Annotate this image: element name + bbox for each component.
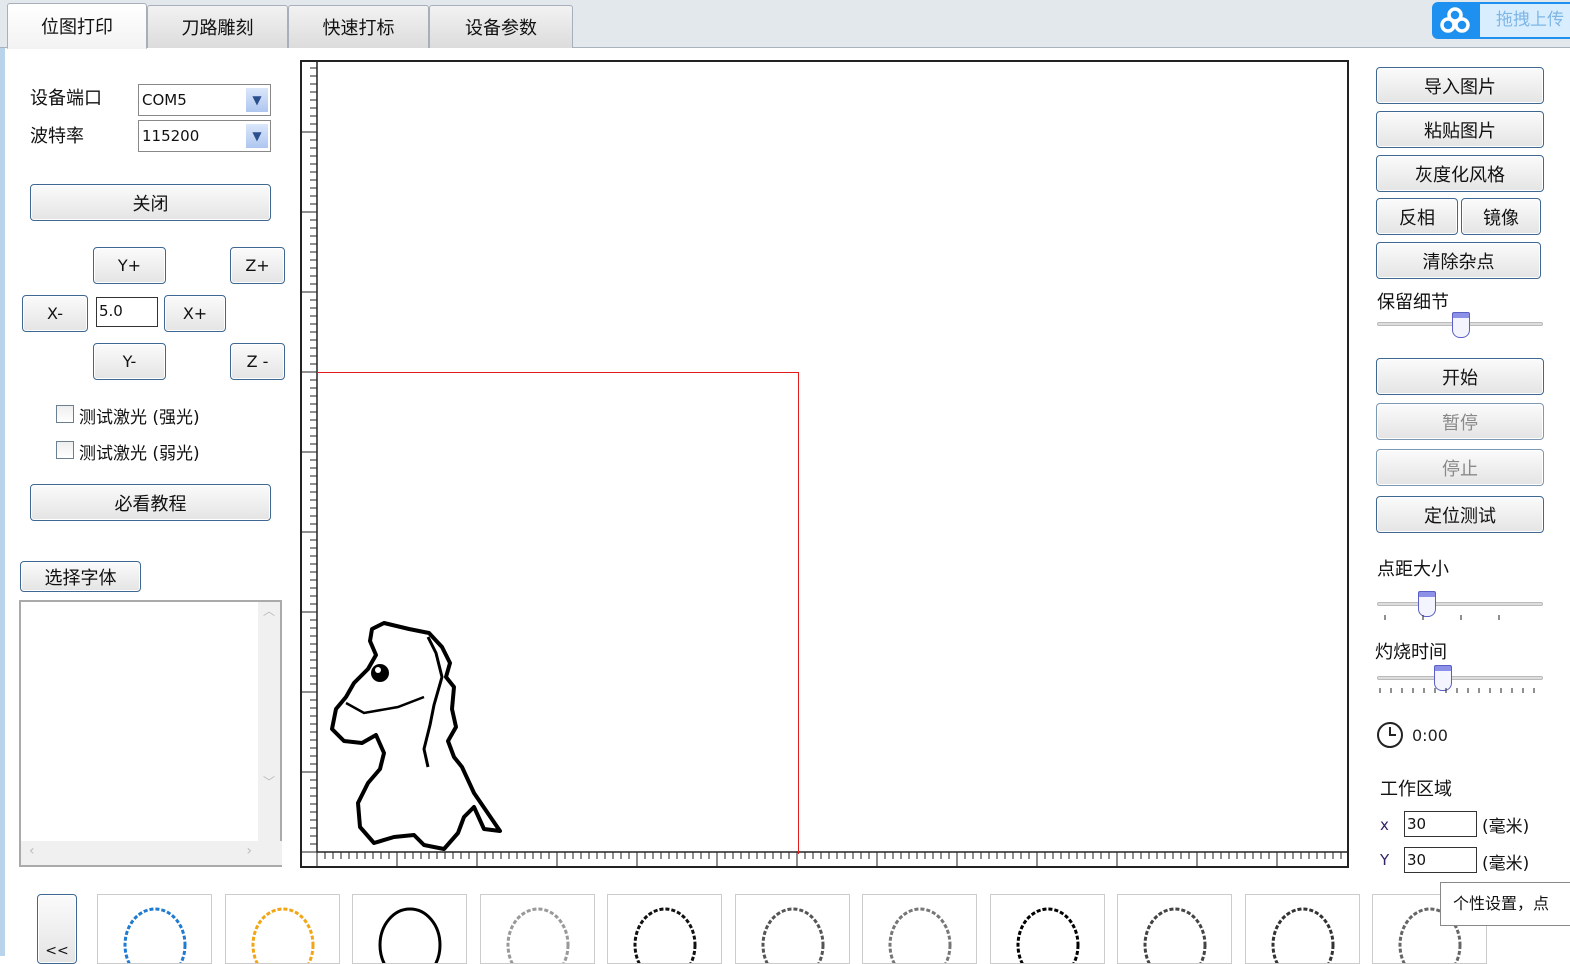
work-y-input[interactable]: 30 [1404,847,1477,873]
baud-label: 波特率 [30,126,84,147]
baud-select[interactable]: 115200 ▼ [138,120,271,152]
horse-image[interactable] [324,617,524,857]
thumbnail-image [888,907,952,963]
tab-bitmap-print[interactable]: 位图打印 [7,3,147,49]
gallery-prev-button[interactable]: << [37,894,77,964]
gallery-thumbnail[interactable] [989,894,1105,964]
horizontal-scrollbar[interactable]: ‹ › [21,841,282,865]
tab-device-params[interactable]: 设备参数 [429,5,573,48]
test-strong-checkbox[interactable] [56,405,74,423]
test-weak-checkbox[interactable] [56,441,74,459]
print-canvas[interactable] [300,60,1349,868]
thumbnail-image [1271,907,1334,963]
dot-size-slider[interactable] [1377,602,1543,606]
x-plus-button[interactable]: X+ [164,295,226,332]
import-image-button[interactable]: 导入图片 [1376,67,1544,104]
tab-quick-mark[interactable]: 快速打标 [288,5,429,48]
gallery-thumbnail[interactable] [734,894,850,964]
gallery-thumbnail[interactable] [352,894,467,964]
cloud-icon [1440,7,1470,33]
select-font-button[interactable]: 选择字体 [20,561,141,592]
thumbnail-image [251,907,314,963]
port-label: 设备端口 [30,88,102,109]
gallery-thumbnail[interactable] [224,894,340,964]
gallery-thumbnail[interactable] [479,894,595,964]
chevron-down-icon[interactable]: ▼ [246,88,268,112]
thumbnail-image [378,907,442,963]
detail-label: 保留细节 [1377,292,1449,313]
z-minus-button[interactable]: Z - [230,343,285,380]
start-button[interactable]: 开始 [1376,358,1544,395]
tab-bar: 位图打印 刀路雕刻 快速打标 设备参数 拖拽上传 [0,0,1570,49]
tutorial-button[interactable]: 必看教程 [30,484,271,521]
denoise-button[interactable]: 清除杂点 [1376,242,1541,279]
paste-image-button[interactable]: 粘贴图片 [1376,111,1544,148]
y-minus-button[interactable]: Y- [93,343,166,380]
thumbnail-image [1143,907,1207,963]
y-unit: (毫米) [1482,854,1530,874]
gallery-thumbnail[interactable] [1117,894,1232,964]
pause-button[interactable]: 暂停 [1376,403,1544,440]
work-x-input[interactable]: 30 [1404,811,1477,837]
z-plus-button[interactable]: Z+ [230,247,285,284]
thumbnail-image [123,907,187,963]
vertical-scrollbar[interactable]: ︿ ﹀ [258,602,280,842]
settings-tooltip: 个性设置，点 [1440,882,1570,926]
thumbnail-image [506,907,569,963]
clock-icon [1377,722,1403,748]
test-weak-label: 测试激光 (弱光) [79,444,200,464]
grayscale-style-button[interactable]: 灰度化风格 [1376,155,1544,192]
port-value: COM5 [142,91,187,109]
tab-path-engrave[interactable]: 刀路雕刻 [147,5,288,48]
font-text-area[interactable]: ︿ ﹀ ‹ › [19,600,282,867]
y-label: Y [1380,851,1390,869]
elapsed-time: 0:00 [1412,726,1448,745]
gallery-thumbnail[interactable] [862,894,977,964]
dot-size-label: 点距大小 [1377,559,1449,580]
slider-ticks [1379,615,1535,693]
thumbnail-image [1016,907,1079,963]
work-area-label: 工作区域 [1380,779,1452,800]
window-edge [0,48,5,956]
baud-value: 115200 [142,127,200,145]
stop-button[interactable]: 停止 [1376,449,1544,486]
x-label: x [1380,816,1389,834]
thumbnail-image [633,907,697,963]
invert-button[interactable]: 反相 [1376,198,1458,235]
drag-upload-button[interactable]: 拖拽上传 [1432,2,1570,39]
thumbnail-image [761,907,824,963]
close-port-button[interactable]: 关闭 [30,184,271,221]
step-input[interactable]: 5.0 [96,297,158,327]
x-minus-button[interactable]: X- [22,295,88,332]
locate-test-button[interactable]: 定位测试 [1376,496,1544,533]
chevron-down-icon[interactable]: ▼ [246,124,268,148]
mirror-button[interactable]: 镜像 [1461,198,1541,235]
y-plus-button[interactable]: Y+ [93,247,166,284]
detail-slider-thumb[interactable] [1452,312,1470,338]
test-strong-label: 测试激光 (强光) [79,408,200,428]
gallery-thumbnail[interactable] [97,894,212,964]
port-select[interactable]: COM5 ▼ [138,84,271,116]
upload-label: 拖拽上传 [1480,4,1570,37]
x-unit: (毫米) [1482,817,1530,837]
gallery-thumbnail[interactable] [607,894,722,964]
gallery-thumbnail[interactable] [1244,894,1360,964]
